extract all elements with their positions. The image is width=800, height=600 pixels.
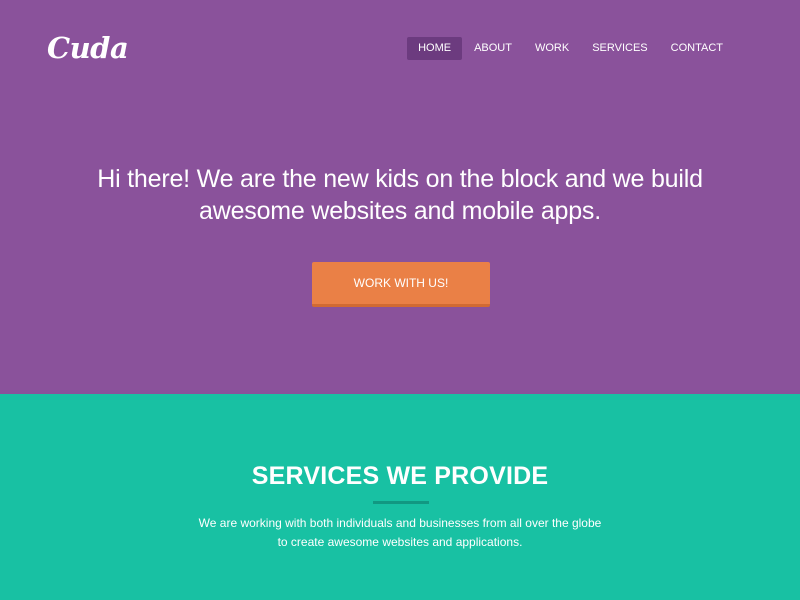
nav-item-services[interactable]: SERVICES bbox=[581, 37, 658, 60]
nav-item-home[interactable]: HOME bbox=[407, 37, 463, 60]
services-section: SERVICES WE PROVIDE We are working with … bbox=[0, 394, 800, 600]
brand-logo[interactable]: Cuda bbox=[47, 30, 129, 66]
hero-section: Cuda HOME ABOUT WORK SERVICES CONTACT Hi… bbox=[0, 0, 800, 394]
services-description-line-1: We are working with both individuals and… bbox=[198, 516, 602, 530]
hero-headline: Hi there! We are the new kids on the blo… bbox=[97, 165, 703, 225]
services-title: SERVICES WE PROVIDE bbox=[251, 462, 549, 490]
landing-page: Cuda HOME ABOUT WORK SERVICES CONTACT Hi… bbox=[0, 0, 800, 600]
title-divider bbox=[373, 501, 429, 504]
services-description: We are working with both individuals and… bbox=[150, 514, 650, 552]
nav-item-work[interactable]: WORK bbox=[524, 37, 580, 60]
main-nav: HOME ABOUT WORK SERVICES CONTACT bbox=[407, 37, 734, 60]
work-with-us-button[interactable]: WORK WITH US! bbox=[312, 262, 490, 307]
nav-item-about[interactable]: ABOUT bbox=[463, 37, 523, 60]
nav-item-contact[interactable]: CONTACT bbox=[660, 37, 734, 60]
services-description-line-2: to create awesome websites and applicati… bbox=[277, 535, 523, 549]
